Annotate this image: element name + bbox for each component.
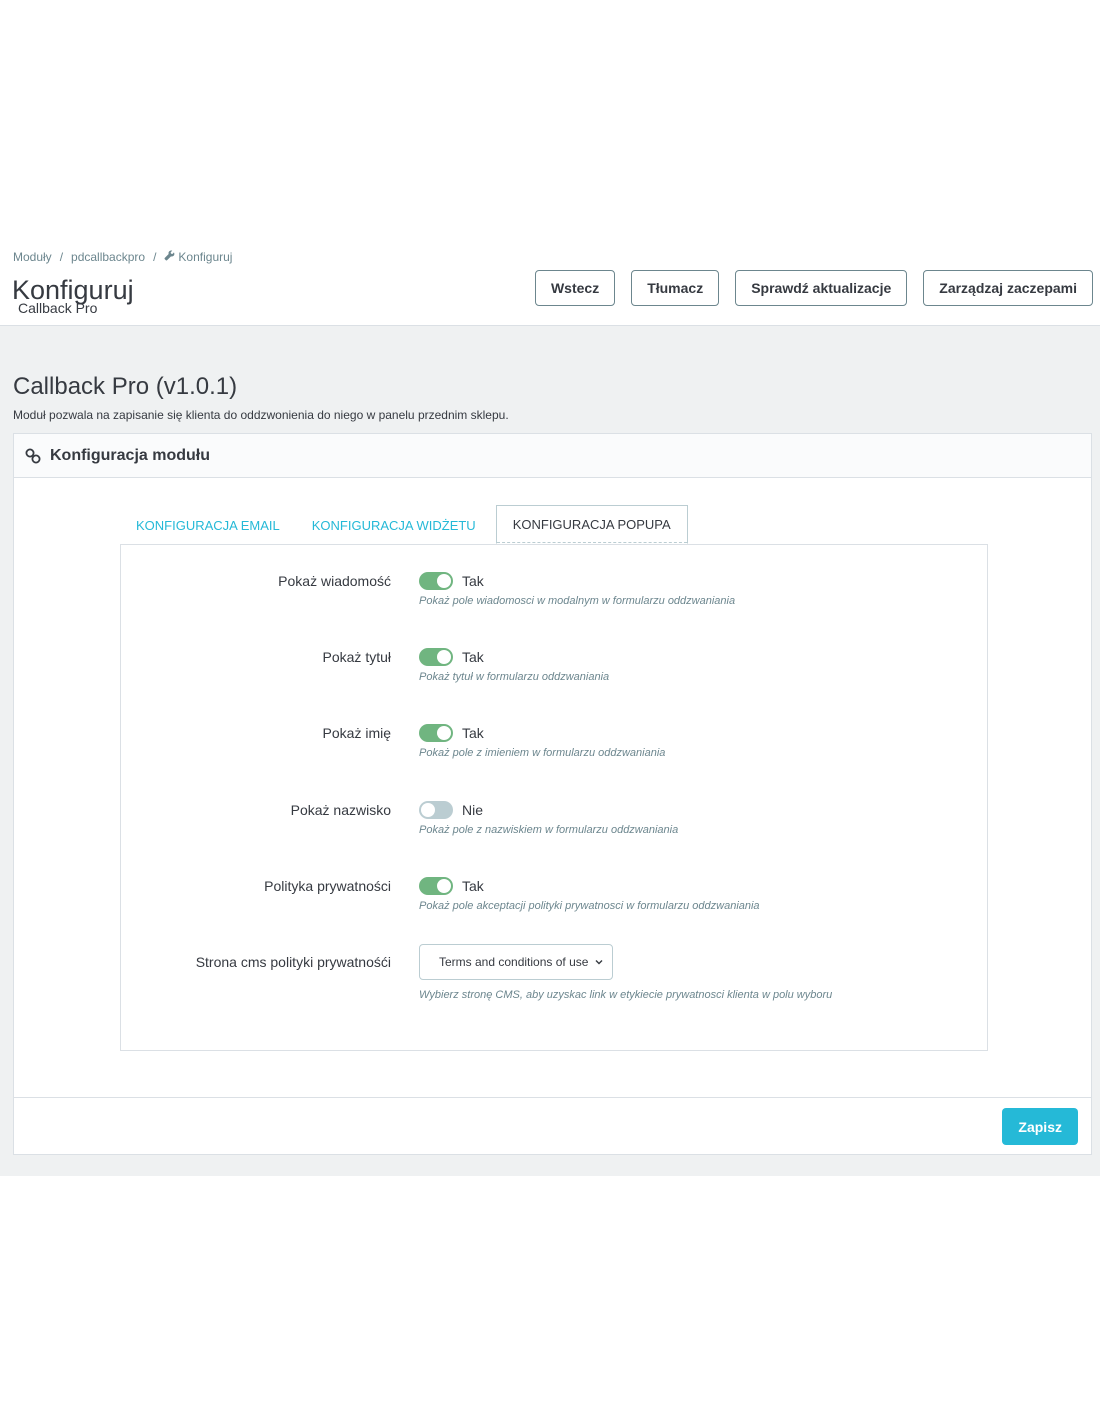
config-panel: Konfiguracja modułu KONFIGURACJA EMAIL K… <box>13 433 1092 1155</box>
toggle-value: Tak <box>462 649 484 665</box>
toggle-switch[interactable] <box>419 724 453 742</box>
tab-bar: KONFIGURACJA EMAIL KONFIGURACJA WIDŻETU … <box>120 505 688 544</box>
toggle-knob <box>437 650 451 664</box>
field-label: Strona cms polityki prywatnośći <box>195 954 391 970</box>
field-control: Terms and conditions of use <box>419 944 614 980</box>
field-label: Pokaż nazwisko <box>290 802 391 818</box>
toggle-value: Tak <box>462 725 484 741</box>
help-text: Pokaż pole wiadomosci w modalnym w formu… <box>419 595 736 607</box>
tab-email-config[interactable]: KONFIGURACJA EMAIL <box>120 507 296 544</box>
help-text: Pokaż pole z nazwiskiem w formularzu odd… <box>419 824 679 836</box>
toggle-value: Tak <box>462 878 484 894</box>
toolbar: Wstecz Tłumacz Sprawdź aktualizacje Zarz… <box>534 270 1093 306</box>
field-label: Pokaż tytuł <box>322 649 391 665</box>
main-content: Callback Pro (v1.0.1) Moduł pozwala na z… <box>0 326 1100 1176</box>
field-control: Tak <box>419 724 484 742</box>
breadcrumb-item-configure: Konfiguruj <box>178 250 233 264</box>
tab-popup-config[interactable]: KONFIGURACJA POPUPA <box>495 505 688 544</box>
toggle-knob <box>437 726 451 740</box>
field-control: Tak <box>419 648 484 666</box>
toggle-knob <box>437 879 451 893</box>
help-text: Pokaż pole z imieniem w formularzu oddzw… <box>419 747 666 759</box>
breadcrumb: Moduły / pdcallbackpro / Konfiguruj <box>13 250 232 264</box>
field-label: Pokaż imię <box>322 725 391 741</box>
help-text: Pokaż pole akceptacji polityki prywatnos… <box>419 900 760 912</box>
back-button[interactable]: Wstecz <box>534 270 616 306</box>
wrench-icon <box>164 250 175 264</box>
breadcrumb-separator: / <box>153 250 157 264</box>
panel-footer: Zapisz <box>14 1097 1091 1154</box>
link-icon <box>24 447 42 465</box>
breadcrumb-item-modules[interactable]: Moduły <box>13 250 52 264</box>
field-control: Tak <box>419 572 484 590</box>
toggle-value: Nie <box>462 802 484 818</box>
save-button[interactable]: Zapisz <box>1002 1108 1078 1145</box>
field-label: Polityka prywatności <box>264 878 391 894</box>
field-control: Nie <box>419 801 483 819</box>
tab-widget-config[interactable]: KONFIGURACJA WIDŻETU <box>296 507 492 544</box>
select-value: Terms and conditions of use <box>439 955 589 969</box>
panel-heading-label: Konfiguracja modułu <box>50 446 210 464</box>
toggle-knob <box>421 803 435 817</box>
field-label: Pokaż wiadomość <box>278 573 391 589</box>
page-subtitle: Callback Pro <box>18 300 98 316</box>
breadcrumb-item-module[interactable]: pdcallbackpro <box>71 250 145 264</box>
panel-heading: Konfiguracja modułu <box>14 434 1091 478</box>
help-text: Pokaż tytuł w formularzu oddzwaniania <box>419 671 610 683</box>
toggle-switch[interactable] <box>419 877 453 895</box>
check-updates-button[interactable]: Sprawdź aktualizacje <box>735 270 908 306</box>
toggle-switch[interactable] <box>419 648 453 666</box>
toggle-value: Tak <box>462 573 484 589</box>
page-header: Moduły / pdcallbackpro / Konfiguruj Konf… <box>0 240 1100 326</box>
cms-page-select[interactable]: Terms and conditions of use <box>419 944 614 980</box>
field-control: Tak <box>419 877 484 895</box>
toggle-switch[interactable] <box>419 801 453 819</box>
help-text: Wybierz stronę CMS, aby uzyskac link w e… <box>419 989 833 1001</box>
module-description: Moduł pozwala na zapisanie się klienta d… <box>13 408 509 422</box>
toggle-knob <box>437 574 451 588</box>
module-title: Callback Pro (v1.0.1) <box>13 373 238 400</box>
manage-hooks-button[interactable]: Zarządzaj zaczepami <box>923 270 1093 306</box>
breadcrumb-separator: / <box>59 250 64 264</box>
chevron-down-icon <box>594 957 604 967</box>
translate-button[interactable]: Tłumacz <box>631 270 720 306</box>
toggle-switch[interactable] <box>419 572 453 590</box>
tab-content-popup: Pokaż wiadomość Tak Pokaż pole wiadomosc… <box>120 544 988 1051</box>
